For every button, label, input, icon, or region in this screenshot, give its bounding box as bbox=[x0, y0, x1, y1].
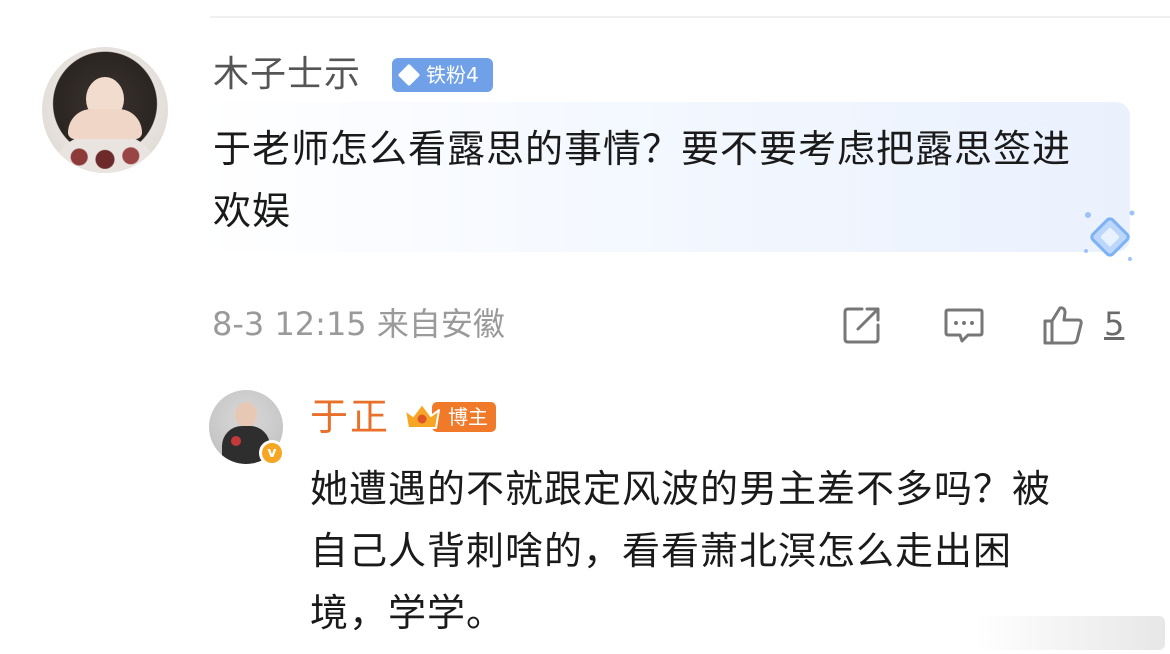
comment-meta: 8-3 12:15 来自安徽 bbox=[212, 305, 505, 343]
watermark bbox=[975, 616, 1165, 650]
like-count[interactable]: 5 bbox=[1104, 302, 1124, 346]
commenter-name[interactable]: 木子士示 bbox=[213, 50, 361, 100]
replier-name[interactable]: 于正 bbox=[310, 392, 390, 442]
fan-level-badge[interactable]: 铁粉4 bbox=[392, 58, 493, 92]
thumbs-up-icon[interactable] bbox=[1041, 303, 1085, 347]
crown-icon bbox=[404, 403, 440, 429]
reply-text[interactable]: 她遭遇的不就跟定风波的男主差不多吗？被自己人背刺啥的，看看萧北溟怎么走出困境，学… bbox=[310, 458, 1070, 644]
comment-text[interactable]: 于老师怎么看露思的事情？要不要考虑把露思签进欢娱 bbox=[213, 118, 1093, 242]
fan-badge-label: 铁粉4 bbox=[426, 63, 479, 87]
verified-icon: v bbox=[259, 440, 285, 466]
comment-thread: 木子士示 铁粉4 于老师怎么看露思的事情？要不要考虑把露思签进欢娱 8-3 12… bbox=[0, 0, 1170, 654]
comment-icon[interactable] bbox=[942, 303, 986, 347]
share-icon[interactable] bbox=[840, 303, 884, 347]
commenter-avatar[interactable] bbox=[42, 47, 168, 173]
sparkle-diamond-icon bbox=[1084, 210, 1135, 261]
blogger-badge: 博主 bbox=[402, 400, 497, 434]
diamond-icon bbox=[397, 63, 421, 87]
divider bbox=[210, 16, 1170, 18]
